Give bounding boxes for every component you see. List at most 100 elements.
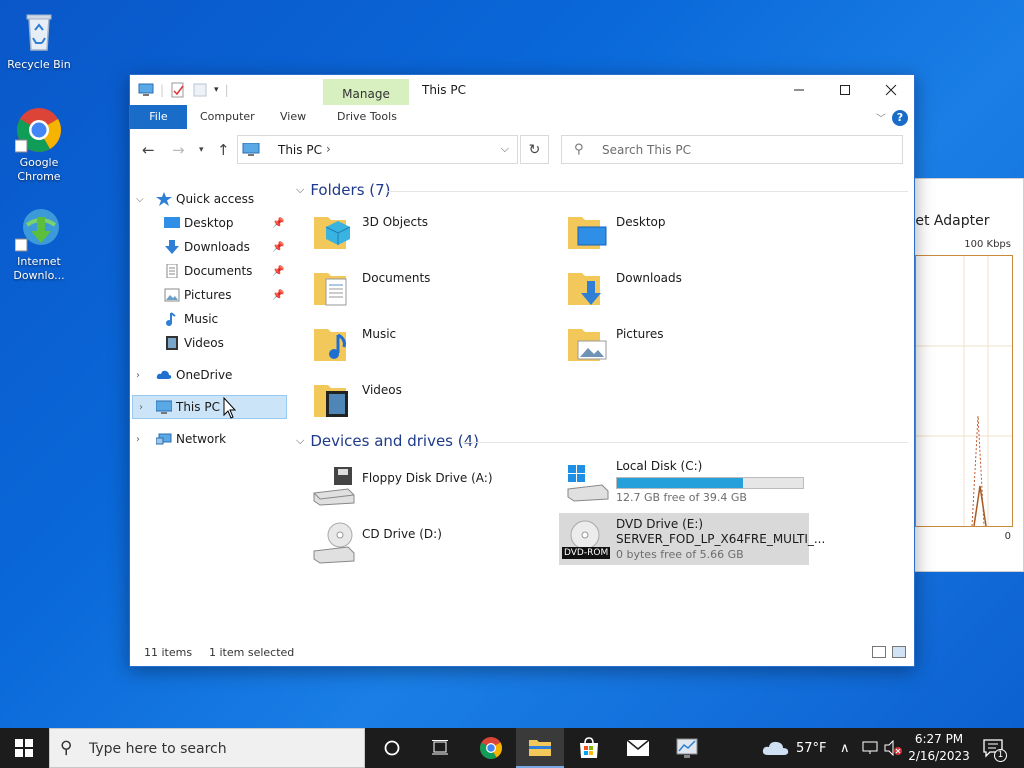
breadcrumb-this-pc[interactable]: This PC [278, 143, 322, 157]
back-button[interactable]: ← [142, 141, 155, 159]
status-bar: 11 items 1 item selected [130, 640, 914, 666]
documents-folder-icon [314, 273, 347, 306]
sidebar-item-desktop[interactable]: Desktop 📌 [130, 211, 288, 235]
drive-item-local-c[interactable]: Local Disk (C:) 12.7 GB free of 39.4 GB [566, 459, 816, 511]
3d-objects-folder-icon [314, 217, 351, 249]
notification-badge: 1 [994, 749, 1007, 762]
sidebar-item-label: Videos [184, 336, 224, 350]
close-button[interactable] [868, 75, 914, 105]
expand-chevron-icon[interactable]: › [139, 402, 143, 413]
customize-toolbar-chevron-icon[interactable]: ▾ [214, 85, 219, 95]
store-bag-icon [580, 737, 598, 758]
action-center-button[interactable]: 1 [982, 728, 1007, 768]
expand-ribbon-chevron-icon[interactable]: ﹀ [876, 110, 886, 125]
taskbar-file-explorer-button[interactable] [516, 728, 564, 768]
large-icons-view-icon[interactable] [892, 646, 906, 658]
sidebar-item-network[interactable]: › Network [130, 427, 288, 451]
sidebar-item-videos[interactable]: Videos [130, 331, 288, 355]
taskbar-chrome-button[interactable] [467, 728, 515, 768]
drive-item-cd-d[interactable]: CD Drive (D:) [312, 521, 532, 569]
volume-tray-button[interactable] [884, 728, 902, 768]
folder-item-downloads[interactable]: Downloads [566, 265, 786, 313]
minimize-button[interactable] [776, 75, 822, 105]
expand-chevron-icon[interactable]: › [136, 370, 140, 381]
sidebar-item-documents[interactable]: Documents 📌 [130, 259, 288, 283]
folder-item-documents[interactable]: Documents [312, 265, 532, 313]
sidebar-item-downloads[interactable]: Downloads 📌 [130, 235, 288, 259]
tab-view[interactable]: View [270, 105, 316, 129]
collapse-chevron-icon[interactable]: ⌵ [136, 194, 144, 205]
up-button[interactable]: ↑ [217, 141, 230, 159]
computer-icon[interactable] [138, 82, 154, 98]
new-folder-icon[interactable] [192, 82, 208, 98]
desktop-icon-internet-download[interactable]: Internet Downlo... [3, 205, 75, 283]
address-bar[interactable]: This PC › ⌵ [237, 135, 518, 164]
forward-button[interactable]: → [172, 141, 185, 159]
tab-drive-tools[interactable]: Drive Tools [327, 105, 407, 129]
recent-locations-chevron-icon[interactable]: ▾ [199, 145, 204, 155]
tab-computer[interactable]: Computer [190, 105, 265, 129]
folder-item-3d-objects[interactable]: 3D Objects [312, 209, 532, 257]
sidebar-item-label: Desktop [184, 216, 234, 230]
folder-item-desktop[interactable]: Desktop [566, 209, 786, 257]
manage-contextual-tab[interactable]: Manage [323, 79, 409, 105]
devices-group-header[interactable]: ⌵ Devices and drives (4) [296, 432, 479, 450]
taskbar-search-input[interactable]: ⚲ Type here to search [49, 728, 365, 768]
sidebar-item-pictures[interactable]: Pictures 📌 [130, 283, 288, 307]
folders-group-header[interactable]: ⌵ Folders (7) [296, 181, 391, 199]
address-bar-row: ← → ▾ ↑ This PC › ⌵ ↻ ⚲ Search This PC [130, 133, 914, 167]
maximize-button[interactable] [822, 75, 868, 105]
documents-icon [166, 264, 178, 278]
sidebar-item-quick-access[interactable]: ⌵ Quick access [130, 187, 288, 211]
videos-folder-icon [314, 385, 348, 417]
folder-item-videos[interactable]: Videos [312, 377, 532, 425]
start-button[interactable] [0, 728, 48, 768]
collapse-chevron-icon: ⌵ [296, 183, 305, 196]
search-input[interactable]: ⚲ Search This PC [561, 135, 903, 164]
mouse-cursor-icon [223, 397, 237, 419]
cortana-button[interactable] [368, 728, 416, 768]
tab-file[interactable]: File [130, 105, 187, 129]
properties-icon[interactable] [170, 82, 186, 98]
expand-chevron-icon[interactable]: › [136, 434, 140, 445]
folder-item-pictures[interactable]: Pictures [566, 321, 786, 369]
sidebar-item-music[interactable]: Music [130, 307, 288, 331]
sidebar-item-label: OneDrive [176, 368, 233, 382]
sidebar-item-this-pc[interactable]: › This PC [132, 395, 287, 419]
taskbar-store-button[interactable] [565, 728, 613, 768]
system-clock[interactable]: 6:27 PM 2/16/2023 [908, 731, 970, 765]
this-pc-icon [242, 143, 260, 156]
folder-item-music[interactable]: Music [312, 321, 532, 369]
breadcrumb-separator-icon[interactable]: › [326, 142, 331, 156]
details-view-icon[interactable] [872, 646, 886, 658]
help-icon[interactable]: ? [892, 110, 908, 126]
network-icon [156, 433, 172, 445]
task-view-button[interactable] [416, 728, 464, 768]
sidebar-item-onedrive[interactable]: › OneDrive [130, 363, 288, 387]
title-bar[interactable]: | ▾ | Manage This PC [130, 75, 914, 105]
network-tray-button[interactable] [862, 728, 880, 768]
address-history-chevron-icon[interactable]: ⌵ [501, 142, 509, 156]
desktop-icon-chrome[interactable]: Google Chrome [3, 106, 75, 184]
graph-scale-bottom: 0 [1004, 531, 1011, 542]
toolbar-separator: | [160, 83, 165, 97]
disk-usage-fill [617, 478, 744, 488]
item-name: Documents [362, 271, 431, 285]
desktop-icon-recycle-bin[interactable]: Recycle Bin [3, 8, 75, 72]
show-hidden-icons-button[interactable]: ∧ [840, 728, 850, 768]
clock-time: 6:27 PM [914, 732, 964, 746]
search-placeholder: Type here to search [89, 741, 227, 757]
windows-drive-icon [567, 465, 609, 502]
file-explorer-window[interactable]: | ▾ | Manage This PC File Computer View … [129, 74, 915, 667]
drive-item-floppy-a[interactable]: Floppy Disk Drive (A:) [312, 465, 532, 513]
search-icon: ⚲ [574, 142, 584, 157]
group-heading: Folders (7) [310, 181, 391, 199]
taskbar-performance-monitor-button[interactable] [663, 728, 711, 768]
selection-count: 1 item selected [209, 646, 295, 659]
drive-item-dvd-e[interactable]: DVD-ROM DVD Drive (E:) SERVER_FOD_LP_X64… [559, 513, 825, 565]
network-ethernet-icon [862, 741, 878, 754]
weather-widget[interactable]: 57°F [762, 728, 827, 768]
taskbar-mail-button[interactable] [614, 728, 662, 768]
background-performance-window[interactable]: rnet Adapter 100 Kbps 0 [900, 178, 1024, 572]
refresh-button[interactable]: ↻ [520, 135, 549, 164]
